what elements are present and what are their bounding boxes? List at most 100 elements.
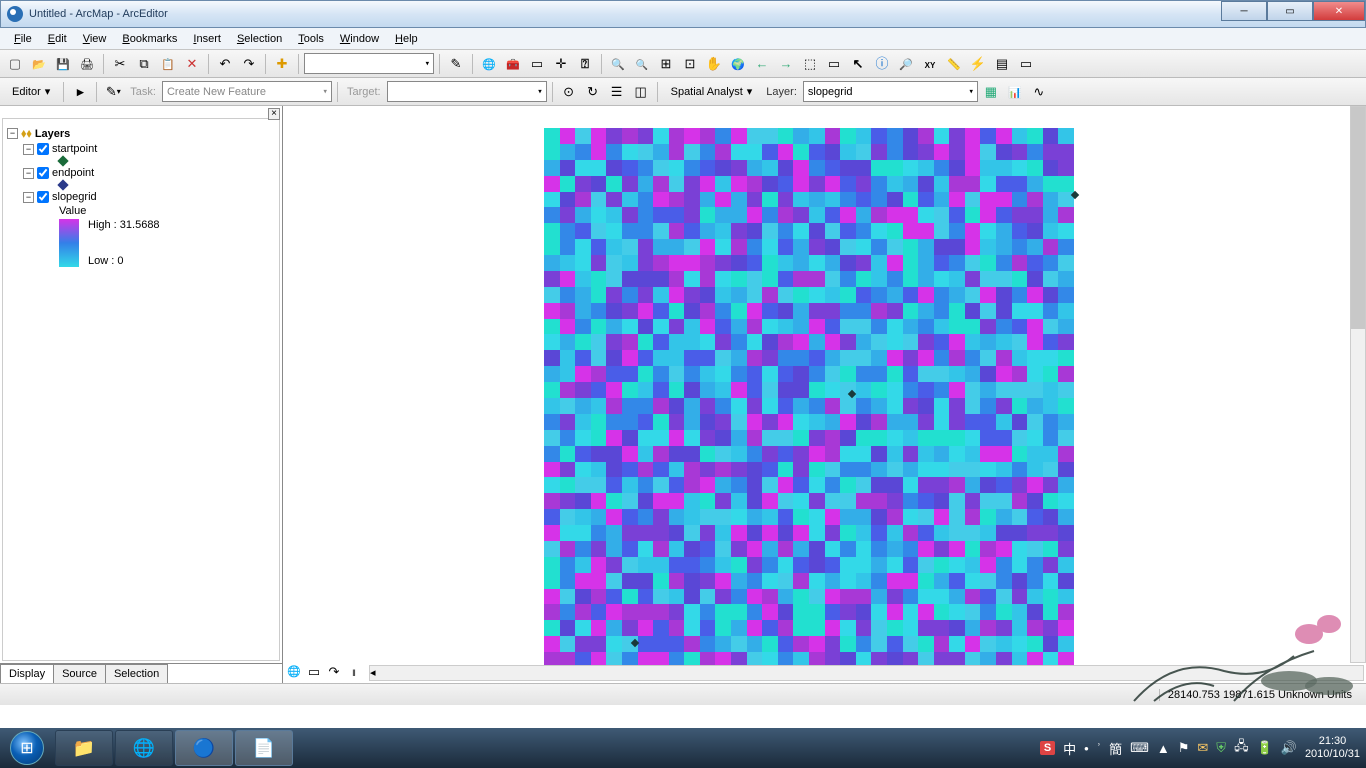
editor-toolbar-button[interactable] [445,53,467,75]
tab-display[interactable]: Display [0,664,54,683]
start-button[interactable]: ⊞ [0,728,54,768]
new-doc-button[interactable] [4,53,26,75]
toc-root[interactable]: − ⬧⬧ Layers [7,125,275,142]
scroll-thumb[interactable] [1351,107,1365,329]
clear-selection-button[interactable] [823,53,845,75]
cut-button[interactable] [109,53,131,75]
ime-charset[interactable]: 簡 [1109,739,1122,758]
cmdline-button[interactable] [526,53,548,75]
sketch-props-button[interactable] [630,81,652,103]
tray-msg-icon[interactable]: ✉ [1197,740,1208,756]
scale-combo[interactable] [304,53,434,74]
tab-source[interactable]: Source [53,664,106,683]
attributes-button[interactable] [606,81,628,103]
symbol-startpoint[interactable] [7,156,275,166]
collapse-icon[interactable]: − [23,144,34,155]
tab-selection[interactable]: Selection [105,664,168,683]
target-combo[interactable] [387,81,547,102]
histogram-button[interactable] [1004,81,1026,103]
horizontal-scrollbar[interactable]: ◂ [369,665,1364,681]
layer-endpoint[interactable]: − endpoint [7,166,275,180]
menu-tools[interactable]: Tools [292,31,330,47]
taskbar-ie[interactable]: 🌐 [115,730,173,766]
symbol-gradient[interactable]: High : 31.5688 Low : 0 [7,218,275,268]
fixed-zoom-out-button[interactable] [679,53,701,75]
layer-slopegrid[interactable]: − slopegrid [7,190,275,204]
delete-button[interactable] [181,53,203,75]
refresh-button[interactable] [325,662,343,680]
tray-flag-icon[interactable]: ⚑ [1178,740,1190,756]
arctoolbox-button[interactable] [502,53,524,75]
layer-combo[interactable]: slopegrid [803,81,978,102]
menu-view[interactable]: View [77,31,113,47]
menu-window[interactable]: Window [334,31,385,47]
save-button[interactable] [52,53,74,75]
raster-calc-button[interactable] [980,81,1002,103]
select-features-button[interactable] [799,53,821,75]
collapse-icon[interactable]: − [7,128,18,139]
rotate-button[interactable] [582,81,604,103]
split-button[interactable] [558,81,580,103]
measure-button[interactable] [943,53,965,75]
full-extent-button[interactable] [727,53,749,75]
taskbar-word[interactable]: 📄 [235,730,293,766]
vertical-scrollbar[interactable] [1350,106,1366,663]
menu-selection[interactable]: Selection [231,31,288,47]
undo-button[interactable] [214,53,236,75]
taskbar-arcmap[interactable]: 🔵 [175,730,233,766]
ime-width-icon[interactable]: ʾ [1097,741,1101,756]
tray-up-icon[interactable]: ▲ [1157,741,1170,756]
edit-tool-button[interactable] [69,81,91,103]
add-data-button[interactable] [271,53,293,75]
tray-volume-icon[interactable]: 🔊 [1281,740,1297,756]
collapse-icon[interactable]: − [23,168,34,179]
identify-button[interactable] [871,53,893,75]
close-button[interactable]: ✕ [1313,1,1365,21]
next-extent-button[interactable] [775,53,797,75]
paste-button[interactable] [157,53,179,75]
tray-network-icon[interactable]: 🖧 [1234,737,1249,759]
table-of-contents[interactable]: − ⬧⬧ Layers − startpoint − endpoint − sl… [2,118,280,661]
map-view[interactable]: ◂ [283,106,1366,683]
contour-button[interactable] [1028,81,1050,103]
select-elements-button[interactable] [847,53,869,75]
open-button[interactable] [28,53,50,75]
spatial-analyst-menu[interactable]: Spatial Analyst▾ [663,83,761,100]
minimize-button[interactable]: ─ [1221,1,1267,21]
hyperlink-button[interactable] [967,53,989,75]
task-combo[interactable]: Create New Feature [162,81,332,102]
find-button[interactable] [895,53,917,75]
arccatalog-button[interactable] [478,53,500,75]
menu-file[interactable]: File [8,31,38,47]
ime-indicator[interactable]: S [1040,741,1055,755]
menu-bookmarks[interactable]: Bookmarks [116,31,183,47]
redo-button[interactable] [238,53,260,75]
menu-edit[interactable]: Edit [42,31,73,47]
prev-extent-button[interactable] [751,53,773,75]
collapse-icon[interactable]: − [23,192,34,203]
menu-insert[interactable]: Insert [187,31,227,47]
editor-menu-button[interactable]: Editor▾ [4,83,58,100]
sketch-tool-button[interactable]: ▾ [102,81,124,103]
pan-button[interactable] [703,53,725,75]
ime-lang[interactable]: 中 [1063,739,1076,758]
tray-shield-icon[interactable]: ⛨ [1216,740,1226,756]
symbol-endpoint[interactable] [7,180,275,190]
zoom-in-button[interactable] [607,53,629,75]
layer-startpoint[interactable]: − startpoint [7,142,275,156]
layer-checkbox[interactable] [37,167,49,179]
layout-view-button[interactable] [305,662,323,680]
ime-punct-icon[interactable]: • [1084,741,1089,756]
tray-clock[interactable]: 21:30 2010/10/31 [1305,735,1360,761]
modelbuilder-button[interactable] [550,53,572,75]
pause-drawing-button[interactable] [345,662,363,680]
data-view-button[interactable] [285,662,303,680]
fixed-zoom-in-button[interactable] [655,53,677,75]
toc-close-button[interactable]: × [268,108,280,120]
taskbar-explorer[interactable]: 📁 [55,730,113,766]
menu-help[interactable]: Help [389,31,424,47]
maptips-button[interactable] [1015,53,1037,75]
layer-checkbox[interactable] [37,143,49,155]
goto-xy-button[interactable] [919,53,941,75]
layer-checkbox[interactable] [37,191,49,203]
